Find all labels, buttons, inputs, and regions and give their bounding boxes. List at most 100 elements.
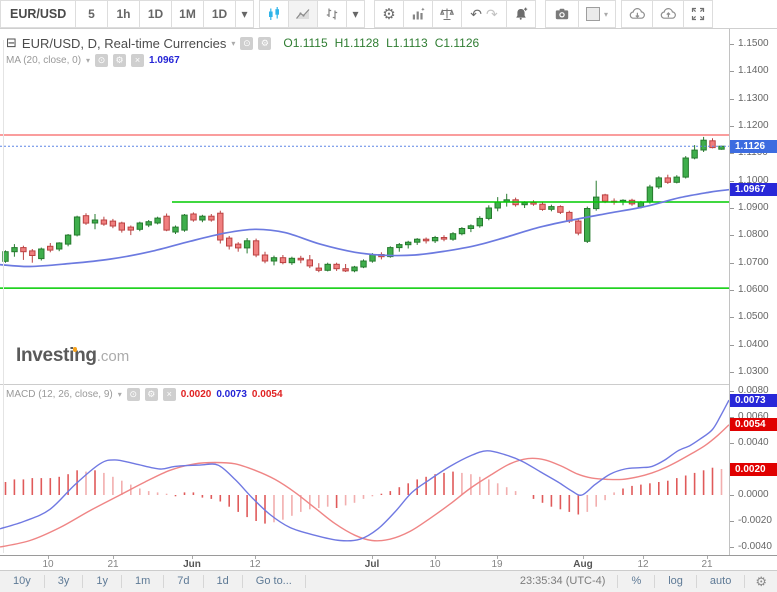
eye-icon[interactable]: ⊙ [95, 54, 108, 67]
fullscreen-button[interactable] [683, 0, 713, 28]
axis-tick-label: 1.0300 [738, 367, 769, 377]
time-label: 21 [107, 559, 118, 570]
style-dropdown[interactable]: ▾ [346, 0, 365, 28]
save-chart-button[interactable] [652, 0, 684, 28]
camera-icon [554, 6, 570, 22]
axis-tick [730, 391, 734, 392]
range-3y[interactable]: 3y [45, 575, 84, 588]
collapse-icon[interactable]: ⊟ [6, 35, 17, 51]
brand-logo-suffix: .com [97, 348, 130, 365]
axis-settings-gear-icon[interactable]: ⚙ [745, 574, 777, 590]
cloud-download-icon [629, 6, 646, 22]
macd-value-label: 0.0054 [730, 418, 777, 431]
time-label: 10 [42, 559, 53, 570]
settings-button[interactable]: ⚙ [374, 0, 404, 28]
axis-tick [730, 443, 734, 444]
eye-icon[interactable]: ⊙ [127, 388, 140, 401]
axis-tick-label: -0.0020 [738, 516, 772, 526]
mode-[interactable]: % [618, 575, 655, 588]
macd-value-label: 0.0020 [730, 463, 777, 476]
indicators-button[interactable] [403, 0, 433, 28]
top-toolbar: EUR/USD 51h1D1M1D ▾ ▾ ⚙ ↶ ↷ [0, 0, 777, 29]
candlestick-chart [0, 29, 729, 385]
timeframe-dropdown[interactable]: ▾ [235, 0, 254, 28]
close-icon[interactable]: × [131, 54, 144, 67]
gear-icon[interactable]: ⚙ [113, 54, 126, 67]
undo-icon[interactable]: ↶ [470, 7, 482, 21]
axis-tick [730, 372, 734, 373]
last-price-label: 1.1126 [730, 140, 777, 153]
layout-square-icon [586, 7, 600, 21]
candlestick-style-button[interactable] [259, 0, 289, 28]
timeframe-1h[interactable]: 1h [107, 0, 140, 28]
bottom-toolbar-right: 23:35:34 (UTC-4) %logauto ⚙ [508, 571, 777, 592]
axis-tick-label: 1.0500 [738, 312, 769, 322]
bars-style-button[interactable] [317, 0, 347, 28]
high-value: H1.1128 [335, 36, 379, 50]
time-label: 12 [637, 559, 648, 570]
symbol-button[interactable]: EUR/USD [0, 0, 76, 28]
range-7d[interactable]: 7d [164, 575, 203, 588]
time-label: 10 [429, 559, 440, 570]
time-label: 21 [701, 559, 712, 570]
axis-tick [730, 317, 734, 318]
time-label: 12 [249, 559, 260, 570]
load-chart-button[interactable] [621, 0, 653, 28]
macd-chart [0, 385, 729, 555]
axis-tick-label: 1.0700 [738, 258, 769, 268]
axis-tick-label: 1.0600 [738, 285, 769, 295]
mode-log[interactable]: log [655, 575, 697, 588]
ma-price-label: 1.0967 [730, 183, 777, 196]
timeframe-1d[interactable]: 1D [203, 0, 236, 28]
range-goto[interactable]: Go to... [243, 575, 306, 588]
gear-icon[interactable]: ⚙ [258, 37, 271, 50]
macd-line-value: 0.0073 [216, 389, 247, 400]
bottom-toolbar: 10y3y1y1m7d1dGo to... 23:35:34 (UTC-4) %… [0, 570, 777, 592]
axis-tick [730, 208, 734, 209]
axis-tick [730, 126, 734, 127]
price-axis[interactable]: 1.15001.14001.13001.12001.11001.10001.09… [729, 29, 777, 555]
timeframe-1d-active[interactable]: 1D [139, 0, 172, 28]
gear-icon[interactable]: ⚙ [145, 388, 158, 401]
eye-icon[interactable]: ⊙ [240, 37, 253, 50]
axis-tick-label: 1.1500 [738, 39, 769, 49]
axis-tick-label: 1.1400 [738, 66, 769, 76]
layout-dropdown-caret[interactable]: ▾ [604, 10, 608, 19]
axis-tick [730, 547, 734, 548]
range-1y[interactable]: 1y [83, 575, 122, 588]
ma-dropdown-caret[interactable]: ▾ [86, 56, 90, 65]
axis-tick [730, 153, 734, 154]
macd-pane[interactable]: MACD (12, 26, close, 9) ▾ ⊙ ⚙ × 0.0020 0… [0, 385, 729, 555]
chart-application: EUR/USD 51h1D1M1D ▾ ▾ ⚙ ↶ ↷ [0, 0, 777, 592]
mode-auto[interactable]: auto [697, 575, 745, 588]
brand-logo-dot [73, 347, 78, 352]
close-icon[interactable]: × [163, 388, 176, 401]
range-10y[interactable]: 10y [0, 575, 45, 588]
redo-icon[interactable]: ↷ [486, 7, 498, 21]
axis-tick-label: 0.0040 [738, 438, 769, 448]
ma-value: 1.0967 [149, 55, 180, 66]
time-axis[interactable]: 1021Jun12Jul1019Aug1221 [0, 555, 777, 570]
range-buttons: 10y3y1y1m7d1dGo to... [0, 571, 306, 592]
snapshot-button[interactable] [545, 0, 579, 28]
title-dropdown-caret[interactable]: ▾ [231, 39, 235, 48]
axis-tick-label: 1.0400 [738, 340, 769, 350]
alert-button[interactable] [506, 0, 536, 28]
brand-logo-text: Investing [16, 345, 97, 366]
price-chart-pane[interactable]: ⊟ EUR/USD, D, Real-time Currencies ▾ ⊙ ⚙… [0, 29, 729, 385]
layout-button[interactable]: ▾ [578, 0, 616, 28]
timeframe-1m[interactable]: 1M [171, 0, 204, 28]
compare-button[interactable] [432, 0, 462, 28]
close-value: C1.1126 [435, 36, 479, 50]
investing-watermark: Investing.com [16, 345, 129, 367]
axis-tick [730, 71, 734, 72]
macd-legend: MACD (12, 26, close, 9) ▾ ⊙ ⚙ × 0.0020 0… [6, 388, 283, 401]
axis-tick [730, 495, 734, 496]
macd-dropdown-caret[interactable]: ▾ [118, 390, 122, 399]
range-1m[interactable]: 1m [122, 575, 164, 588]
axis-tick-label: 1.0900 [738, 203, 769, 213]
timeframe-5[interactable]: 5 [75, 0, 108, 28]
range-1d[interactable]: 1d [204, 575, 243, 588]
axis-tick-label: -0.0040 [738, 542, 772, 552]
area-style-button[interactable] [288, 0, 318, 28]
